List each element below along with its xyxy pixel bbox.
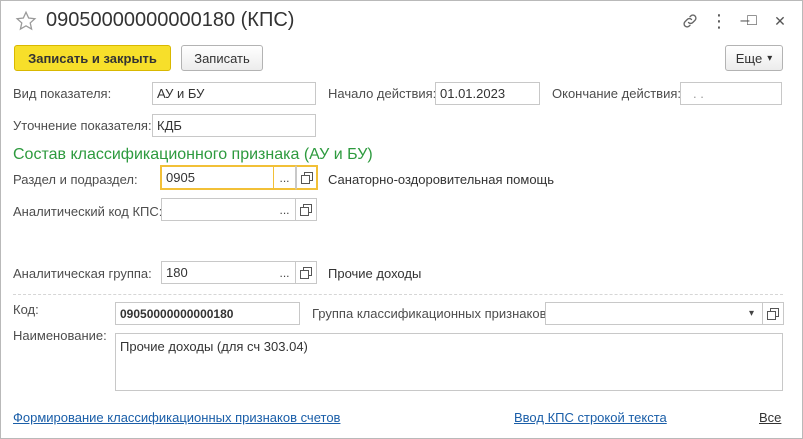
end-date-field[interactable]: . .	[680, 82, 782, 105]
refinement-label: Уточнение показателя:	[13, 118, 152, 133]
link-icon[interactable]	[680, 11, 700, 31]
section-title: Состав классификационного признака (АУ и…	[13, 146, 373, 163]
all-link[interactable]: Все	[759, 410, 781, 425]
open-copy-icon	[300, 266, 312, 279]
form-classification-link[interactable]: Формирование классификационных признаков…	[13, 410, 340, 425]
maximize-icon[interactable]: □	[742, 11, 762, 31]
code-label: Код:	[13, 302, 39, 317]
refinement-field[interactable]: КДБ	[152, 114, 316, 137]
end-date-label: Окончание действия:	[552, 86, 681, 101]
code-field[interactable]: 09050000000000180	[115, 302, 300, 325]
section-description: Санаторно-оздоровительная помощь	[328, 172, 555, 187]
name-textarea[interactable]: Прочие доходы (для сч 303.04)	[115, 333, 783, 391]
separator	[13, 294, 783, 295]
enter-kps-text-link[interactable]: Ввод КПС строкой текста	[514, 410, 667, 425]
more-button[interactable]: Еще ▾	[725, 45, 783, 71]
more-label: Еще	[735, 50, 763, 66]
save-and-close-button[interactable]: Записать и закрыть	[14, 45, 171, 71]
analytic-group-open-button[interactable]	[295, 261, 317, 284]
start-date-field[interactable]: 01.01.2023	[435, 82, 540, 105]
page-title: 09050000000000180 (КПС)	[46, 9, 295, 31]
analytic-code-field[interactable]	[161, 198, 275, 221]
chevron-down-icon: ▾	[767, 52, 773, 64]
analytic-code-label: Аналитический код КПС:	[13, 204, 163, 219]
section-code-field[interactable]: 0905	[160, 165, 275, 190]
group-dropdown-button[interactable]: ▾	[741, 302, 763, 325]
analytic-group-field[interactable]: 180	[161, 261, 275, 284]
section-code-label: Раздел и подраздел:	[13, 172, 138, 187]
analytic-group-label: Аналитическая группа:	[13, 266, 152, 281]
close-icon[interactable]: ✕	[770, 11, 790, 31]
group-open-button[interactable]	[762, 302, 784, 325]
analytic-code-open-button[interactable]	[295, 198, 317, 221]
indicator-type-label: Вид показателя:	[13, 86, 112, 101]
group-label: Группа классификационных признаков:	[312, 306, 551, 321]
open-copy-icon	[300, 171, 313, 184]
analytic-code-select-button[interactable]: ...	[274, 198, 296, 221]
indicator-type-field[interactable]: АУ и БУ	[152, 82, 316, 105]
kebab-menu-icon[interactable]: ⋮	[709, 11, 729, 31]
favorite-star-icon[interactable]	[15, 10, 37, 32]
section-open-button[interactable]	[296, 165, 318, 190]
analytic-group-description: Прочие доходы	[328, 266, 422, 281]
save-button[interactable]: Записать	[181, 45, 263, 71]
start-date-label: Начало действия:	[328, 86, 437, 101]
group-field[interactable]	[545, 302, 742, 325]
section-select-button[interactable]: ...	[274, 165, 296, 190]
open-copy-icon	[300, 203, 312, 216]
form-window: 09050000000000180 (КПС) ⋮ – □ ✕ Записать…	[0, 0, 803, 439]
open-copy-icon	[767, 307, 779, 320]
analytic-group-select-button[interactable]: ...	[274, 261, 296, 284]
name-label: Наименование:	[13, 328, 107, 343]
chevron-down-icon: ▾	[748, 308, 755, 319]
